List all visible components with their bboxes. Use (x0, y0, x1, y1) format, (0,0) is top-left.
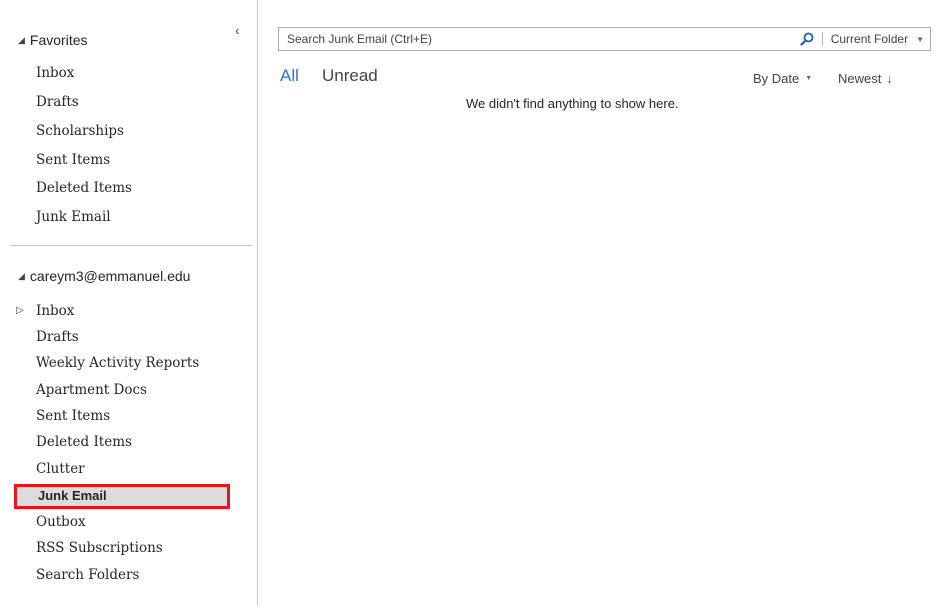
expanded-triangle-icon: ◢ (18, 270, 25, 281)
account-item-clutter[interactable]: Clutter (36, 460, 85, 478)
favorites-header-label: Favorites (29, 32, 88, 48)
account-item-junk-email-selected[interactable]: Junk Email (38, 487, 107, 505)
collapse-pane-chevron-icon[interactable]: ‹ (235, 22, 240, 38)
favorites-item-sent-items[interactable]: Sent Items (36, 151, 110, 169)
favorites-item-deleted-items[interactable]: Deleted Items (36, 179, 132, 197)
filter-tab-all[interactable]: All (280, 66, 299, 86)
account-item-drafts[interactable]: Drafts (36, 328, 79, 346)
favorites-header[interactable]: ◢ Favorites (18, 32, 88, 48)
filter-tab-unread[interactable]: Unread (322, 66, 378, 86)
search-icon-glyph (800, 32, 814, 46)
account-header-label: careym3@emmanuel.edu (29, 268, 191, 284)
caret-down-icon: ▼ (916, 34, 924, 44)
account-item-apartment-docs[interactable]: Apartment Docs (36, 381, 147, 399)
account-item-sent-items[interactable]: Sent Items (36, 407, 110, 425)
account-header[interactable]: ◢ careym3@emmanuel.edu (18, 268, 190, 284)
search-scope-dropdown[interactable]: Current Folder ▼ (823, 32, 930, 46)
sort-by-dropdown[interactable]: By Date ▼ (753, 71, 812, 86)
account-item-search-folders[interactable]: Search Folders (36, 566, 139, 584)
favorites-item-junk-email[interactable]: Junk Email (36, 208, 111, 226)
sort-by-label: By Date (753, 71, 800, 86)
sort-order-toggle[interactable]: Newest ↓ (838, 71, 893, 86)
search-icon[interactable] (792, 32, 822, 46)
favorites-item-scholarships[interactable]: Scholarships (36, 122, 124, 140)
account-item-weekly-activity-reports[interactable]: Weekly Activity Reports (36, 354, 199, 372)
account-item-rss-subscriptions[interactable]: RSS Subscriptions (36, 539, 163, 557)
pane-divider (10, 245, 252, 246)
favorites-item-inbox[interactable]: Inbox (36, 64, 74, 82)
search-box: Current Folder ▼ (278, 27, 931, 51)
caret-down-icon: ▼ (805, 75, 813, 82)
search-input[interactable] (279, 28, 792, 50)
expand-inbox-triangle-icon[interactable]: ▷ (16, 302, 24, 320)
search-scope-label: Current Folder (830, 32, 909, 46)
account-item-deleted-items[interactable]: Deleted Items (36, 433, 132, 451)
arrow-down-icon: ↓ (886, 71, 893, 86)
sort-order-label: Newest (838, 71, 882, 86)
folder-pane: ‹ ◢ Favorites Inbox Drafts Scholarships … (0, 0, 258, 605)
expanded-triangle-icon: ◢ (18, 34, 25, 45)
favorites-item-drafts[interactable]: Drafts (36, 93, 79, 111)
account-item-outbox[interactable]: Outbox (36, 513, 86, 531)
account-item-inbox[interactable]: Inbox (36, 302, 74, 320)
empty-list-message: We didn't find anything to show here. (466, 96, 679, 111)
